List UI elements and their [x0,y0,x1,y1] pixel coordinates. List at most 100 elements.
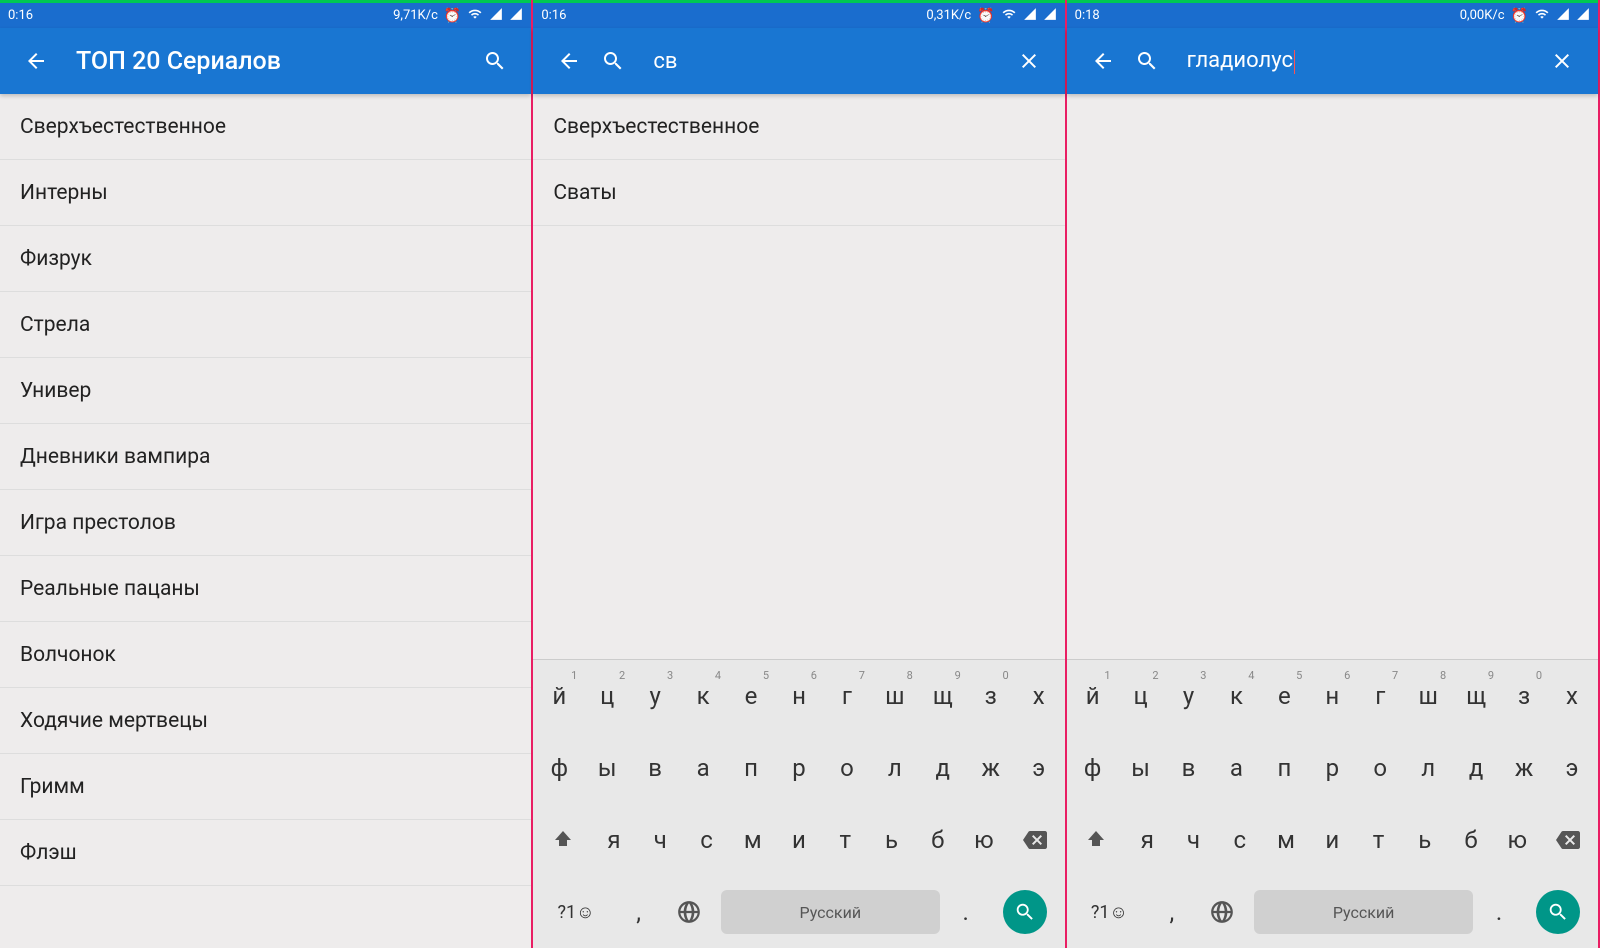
key-я[interactable]: я [1124,811,1170,869]
key-ж[interactable]: ж [967,739,1015,797]
key-э[interactable]: э [1015,739,1063,797]
back-button[interactable] [16,41,56,81]
list-item[interactable]: Дневники вампира [0,424,531,490]
key-с[interactable]: с [683,811,729,869]
key-з[interactable]: 0з [1500,667,1548,725]
key-ч[interactable]: ч [637,811,683,869]
key-с[interactable]: с [1217,811,1263,869]
key-х[interactable]: х [1548,667,1596,725]
key-в[interactable]: в [1165,739,1213,797]
key-б[interactable]: б [1448,811,1494,869]
list-item[interactable]: Флэш [0,820,531,886]
key-т[interactable]: т [822,811,868,869]
spacebar[interactable]: Русский [721,890,940,934]
period-key[interactable]: . [944,883,988,941]
key-п[interactable]: п [727,739,775,797]
key-щ[interactable]: 9щ [919,667,967,725]
key-к[interactable]: 4к [1212,667,1260,725]
comma-key[interactable]: , [1150,883,1194,941]
enter-key[interactable] [988,883,1063,941]
symbols-key[interactable]: ?1☺ [1069,883,1150,941]
key-м[interactable]: м [1263,811,1309,869]
key-ш[interactable]: 8ш [871,667,919,725]
key-а[interactable]: а [1212,739,1260,797]
key-г[interactable]: 7г [1356,667,1404,725]
key-ф[interactable]: ф [535,739,583,797]
shift-key[interactable] [535,811,591,869]
key-о[interactable]: о [1356,739,1404,797]
clear-button[interactable] [1542,41,1582,81]
key-ч[interactable]: ч [1170,811,1216,869]
spacebar[interactable]: Русский [1254,890,1473,934]
key-ю[interactable]: ю [1494,811,1540,869]
key-р[interactable]: р [1308,739,1356,797]
key-ц[interactable]: 2ц [583,667,631,725]
list-item[interactable]: Волчонок [0,622,531,688]
key-з[interactable]: 0з [967,667,1015,725]
keyboard[interactable]: 1й2ц3у4к5е6н7г8ш9щ0зхфывапролджэячсмитьб… [1067,659,1598,948]
key-э[interactable]: э [1548,739,1596,797]
list-item[interactable]: Ходячие мертвецы [0,688,531,754]
key-р[interactable]: р [775,739,823,797]
list-item[interactable]: Реальные пацаны [0,556,531,622]
result-item[interactable]: Сверхъестественное [533,94,1064,160]
list-item[interactable]: Сверхъестественное [0,94,531,160]
key-г[interactable]: 7г [823,667,871,725]
key-ы[interactable]: ы [583,739,631,797]
key-у[interactable]: 3у [1165,667,1213,725]
search-input[interactable] [653,49,1008,74]
clear-button[interactable] [1009,41,1049,81]
list-item[interactable]: Физрук [0,226,531,292]
key-ф[interactable]: ф [1069,739,1117,797]
symbols-key[interactable]: ?1☺ [535,883,616,941]
key-ж[interactable]: ж [1500,739,1548,797]
key-ь[interactable]: ь [1402,811,1448,869]
key-ш[interactable]: 8ш [1404,667,1452,725]
backspace-key[interactable] [1540,811,1596,869]
key-б[interactable]: б [915,811,961,869]
series-list[interactable]: Сверхъестественное Интерны Физрук Стрела… [0,94,531,948]
key-н[interactable]: 6н [775,667,823,725]
back-button[interactable] [1083,41,1123,81]
globe-key[interactable] [660,883,716,941]
key-й[interactable]: 1й [535,667,583,725]
comma-key[interactable]: , [617,883,661,941]
key-и[interactable]: и [776,811,822,869]
globe-key[interactable] [1194,883,1250,941]
key-д[interactable]: д [1452,739,1500,797]
list-item[interactable]: Универ [0,358,531,424]
key-м[interactable]: м [730,811,776,869]
key-о[interactable]: о [823,739,871,797]
key-я[interactable]: я [591,811,637,869]
back-button[interactable] [549,41,589,81]
key-н[interactable]: 6н [1308,667,1356,725]
list-item[interactable]: Стрела [0,292,531,358]
key-п[interactable]: п [1260,739,1308,797]
key-щ[interactable]: 9щ [1452,667,1500,725]
search-button[interactable] [475,41,515,81]
enter-key[interactable] [1521,883,1596,941]
list-item[interactable]: Гримм [0,754,531,820]
key-у[interactable]: 3у [631,667,679,725]
key-ы[interactable]: ы [1117,739,1165,797]
key-ц[interactable]: 2ц [1117,667,1165,725]
result-item[interactable]: Сваты [533,160,1064,226]
key-л[interactable]: л [1404,739,1452,797]
key-ю[interactable]: ю [961,811,1007,869]
key-л[interactable]: л [871,739,919,797]
list-item[interactable]: Игра престолов [0,490,531,556]
key-й[interactable]: 1й [1069,667,1117,725]
key-в[interactable]: в [631,739,679,797]
key-д[interactable]: д [919,739,967,797]
backspace-key[interactable] [1007,811,1063,869]
key-а[interactable]: а [679,739,727,797]
shift-key[interactable] [1069,811,1125,869]
key-х[interactable]: х [1015,667,1063,725]
search-input[interactable]: гладиолус [1187,48,1542,73]
key-е[interactable]: 5е [727,667,775,725]
keyboard[interactable]: 1й2ц3у4к5е6н7г8ш9щ0зхфывапролджэячсмитьб… [533,659,1064,948]
key-и[interactable]: и [1309,811,1355,869]
period-key[interactable]: . [1477,883,1521,941]
list-item[interactable]: Интерны [0,160,531,226]
key-ь[interactable]: ь [868,811,914,869]
